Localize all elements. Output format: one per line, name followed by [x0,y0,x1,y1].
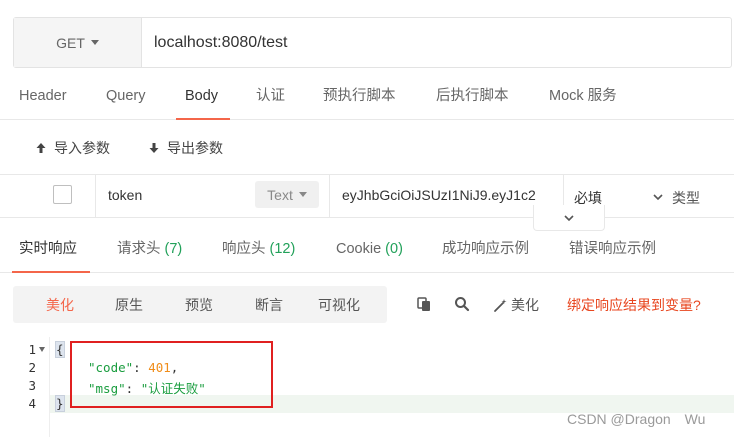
param-value[interactable]: eyJhbGciOiJSUzI1NiJ9.eyJ1c2 [342,187,554,203]
tab-label: 错误响应示例 [569,241,656,257]
line-number: 4 [28,396,36,411]
annotation-highlight-box [70,341,273,408]
collapse-toggle-button[interactable] [533,205,605,231]
tab-auth[interactable]: 认证 [256,72,285,120]
tab-pre-script[interactable]: 预执行脚本 [323,72,396,120]
tab-request-headers[interactable]: 请求头 (7) [117,227,182,273]
method-select[interactable]: GET [14,18,142,67]
param-name[interactable]: token [108,187,142,203]
copy-icon[interactable] [416,296,432,312]
tab-label: Cookie [336,241,382,257]
code-line-4: } [55,395,65,412]
line-number: 1 [28,342,36,357]
param-type-select[interactable]: Text [255,181,319,208]
tab-count: (12) [269,241,296,257]
caret-down-icon [298,192,307,197]
tab-mock-service[interactable]: Mock 服务 [549,72,617,120]
arrow-up-icon [36,143,46,153]
param-enable-checkbox[interactable] [53,185,72,204]
beautify-button[interactable]: 美化 [493,295,539,315]
tab-label: 实时响应 [19,241,77,257]
beautify-label: 美化 [511,297,539,313]
tab-header[interactable]: Header [19,72,67,120]
method-label: GET [56,34,85,51]
tab-body[interactable]: Body [185,72,218,120]
tab-label: 成功响应示例 [442,241,529,257]
tab-cookie[interactable]: Cookie (0) [336,227,403,273]
param-row: token Text eyJhbGciOiJSUzI1NiJ9.eyJ1c2 必… [0,175,734,218]
view-assert-button[interactable]: 断言 [255,295,283,315]
param-data-type-label: 类型 [672,190,700,206]
export-params-button[interactable]: 导出参数 [147,138,223,158]
body-tools-row: 导入参数 导出参数 [0,121,734,175]
active-response-tab-indicator [12,271,90,273]
view-preview-button[interactable]: 预览 [185,295,213,315]
import-params-label: 导入参数 [54,140,110,156]
watermark: CSDN @Dragon Wu [567,411,706,427]
tab-live-response[interactable]: 实时响应 [19,227,77,273]
bind-response-to-variable-link[interactable]: 绑定响应结果到变量? [567,295,701,315]
tab-count: (0) [385,241,403,257]
code-line-1: { [55,341,65,358]
tab-query[interactable]: Query [106,72,146,120]
line-number: 2 [28,360,36,375]
chevron-down-icon [564,214,574,221]
line-gutter: 1 2 3 4 [0,337,50,437]
param-data-type-select[interactable]: 类型 [652,188,700,208]
tab-label: 请求头 [117,241,161,257]
fold-toggle-icon[interactable] [39,347,45,352]
view-pretty-button[interactable]: 美化 [46,295,74,315]
url-input[interactable] [142,18,731,67]
search-icon[interactable] [454,296,470,312]
response-tabs: 实时响应 请求头 (7) 响应头 (12) Cookie (0) 成功响应示例 … [0,227,734,273]
tab-count: (7) [164,241,183,257]
tab-post-script[interactable]: 后执行脚本 [436,72,509,120]
tab-success-example[interactable]: 成功响应示例 [442,227,529,273]
open-brace: { [55,341,65,358]
tab-response-headers[interactable]: 响应头 (12) [222,227,295,273]
param-type-label: Text [267,186,293,203]
caret-down-icon [90,40,99,45]
import-params-button[interactable]: 导入参数 [34,138,110,158]
view-mode-group: 美化 原生 预览 断言 可视化 [13,286,387,323]
param-cell-check [0,175,96,218]
tab-label: 响应头 [222,241,266,257]
magic-wand-icon [494,298,507,312]
arrow-down-icon [149,143,159,153]
tab-error-example[interactable]: 错误响应示例 [569,227,656,273]
request-tabs: Header Query Body 认证 预执行脚本 后执行脚本 Mock 服务 [0,72,734,120]
view-raw-button[interactable]: 原生 [115,295,143,315]
url-bar: GET [13,17,732,68]
chevron-down-icon [652,190,664,206]
export-params-label: 导出参数 [167,140,223,156]
line-number: 3 [28,378,36,393]
view-visualize-button[interactable]: 可视化 [318,295,360,315]
active-tab-indicator [176,118,230,120]
close-brace: } [55,395,65,412]
